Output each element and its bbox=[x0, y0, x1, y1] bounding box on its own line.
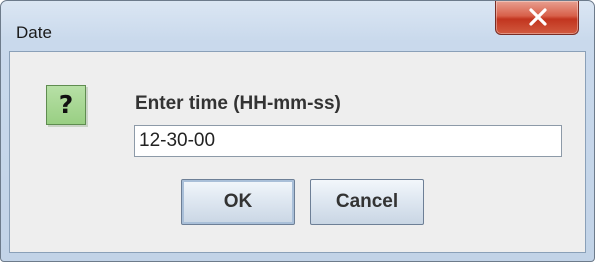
cancel-button[interactable]: Cancel bbox=[310, 179, 424, 225]
prompt-label: Enter time (HH-mm-ss) bbox=[135, 93, 341, 114]
question-glyph: ? bbox=[58, 90, 74, 119]
window-title: Date bbox=[16, 23, 52, 42]
close-icon bbox=[529, 8, 547, 26]
close-button[interactable] bbox=[495, 1, 579, 35]
dialog-content: ? Enter time (HH-mm-ss) OK Cancel bbox=[9, 51, 586, 253]
title-bar[interactable]: Date bbox=[1, 1, 594, 51]
question-icon: ? bbox=[46, 85, 86, 125]
dialog-window: Date ? Enter time (HH-mm-ss) OK Cancel bbox=[0, 0, 595, 262]
time-input[interactable] bbox=[134, 125, 562, 157]
ok-button[interactable]: OK bbox=[181, 179, 295, 225]
